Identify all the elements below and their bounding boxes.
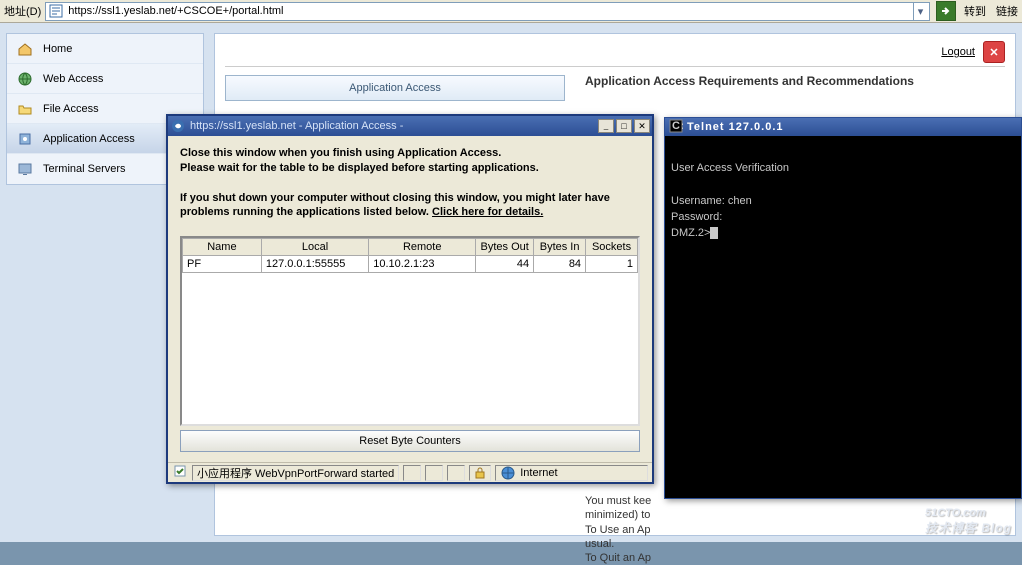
instructions: Close this window when you finish using … (180, 146, 640, 220)
app-icon (15, 129, 35, 149)
url-box[interactable]: ▾ (45, 2, 930, 21)
app-access-titlebar[interactable]: https://ssl1.yeslab.net - Application Ac… (168, 116, 652, 136)
sidebar-item-label: Application Access (43, 133, 135, 145)
app-access-window: https://ssl1.yeslab.net - Application Ac… (166, 114, 654, 484)
go-button[interactable] (936, 1, 956, 21)
zone: Internet (495, 465, 648, 481)
terminal-output[interactable]: User Access Verification Username: chen … (665, 136, 1021, 249)
cmd-icon: C: (669, 119, 683, 136)
applet-icon (172, 463, 188, 482)
telnet-title: Telnet 127.0.0.1 (687, 121, 784, 133)
table-row[interactable]: PF 127.0.0.1:55555 10.10.2.1:23 44 84 1 (183, 256, 638, 273)
telnet-window: C: Telnet 127.0.0.1 User Access Verifica… (664, 117, 1022, 499)
col-bytes-in: Bytes In (534, 239, 586, 256)
ie-mini-icon (170, 118, 186, 134)
minimize-button[interactable]: _ (598, 119, 614, 133)
watermark: 51CTO.com 技术博客 Blog (925, 491, 1012, 536)
tab-application-access[interactable]: Application Access (225, 75, 565, 101)
col-local: Local (261, 239, 368, 256)
sidebar-item-label: Home (43, 43, 72, 55)
url-dropdown[interactable]: ▾ (913, 2, 927, 21)
details-link[interactable]: Click here for details. (432, 206, 543, 218)
right-column-title: Application Access Requirements and Reco… (585, 74, 914, 88)
go-label: 转到 (964, 3, 986, 19)
statusbar: 小应用程序 WebVpnPortForward started Internet (168, 462, 652, 482)
col-bytes-out: Bytes Out (476, 239, 534, 256)
reset-byte-counters-button[interactable]: Reset Byte Counters (180, 430, 640, 452)
folder-icon (15, 99, 35, 119)
sidebar-item-label: File Access (43, 103, 99, 115)
sidebar-item-web-access[interactable]: Web Access (7, 64, 203, 94)
status-text: 小应用程序 WebVpnPortForward started (192, 465, 399, 481)
col-remote: Remote (369, 239, 476, 256)
logout-link[interactable]: Logout (941, 46, 975, 58)
cursor (710, 227, 718, 239)
portal-close-button[interactable]: ✕ (983, 41, 1005, 63)
port-forward-table: Name Local Remote Bytes Out Bytes In Soc… (180, 236, 640, 426)
sidebar-item-label: Web Access (43, 73, 103, 85)
address-label: 地址(D) (0, 3, 45, 19)
globe-icon (15, 69, 35, 89)
telnet-titlebar[interactable]: C: Telnet 127.0.0.1 (665, 118, 1021, 136)
maximize-button[interactable]: □ (616, 119, 632, 133)
terminal-icon (15, 159, 35, 179)
svg-text:C:: C: (672, 120, 683, 132)
home-icon (15, 39, 35, 59)
url-input[interactable] (68, 5, 913, 17)
lock-icon (469, 465, 491, 481)
divider (225, 66, 1005, 67)
page-icon (48, 3, 64, 19)
links-button[interactable]: 链接 (996, 3, 1018, 19)
close-button[interactable]: ✕ (634, 119, 650, 133)
col-sockets: Sockets (586, 239, 638, 256)
ie-address-bar: 地址(D) ▾ 转到 链接 (0, 0, 1022, 23)
col-name: Name (183, 239, 262, 256)
sidebar-item-label: Terminal Servers (43, 163, 126, 175)
topbar: Logout ✕ (225, 40, 1005, 64)
sidebar-item-home[interactable]: Home (7, 34, 203, 64)
app-access-title: https://ssl1.yeslab.net - Application Ac… (190, 120, 403, 132)
